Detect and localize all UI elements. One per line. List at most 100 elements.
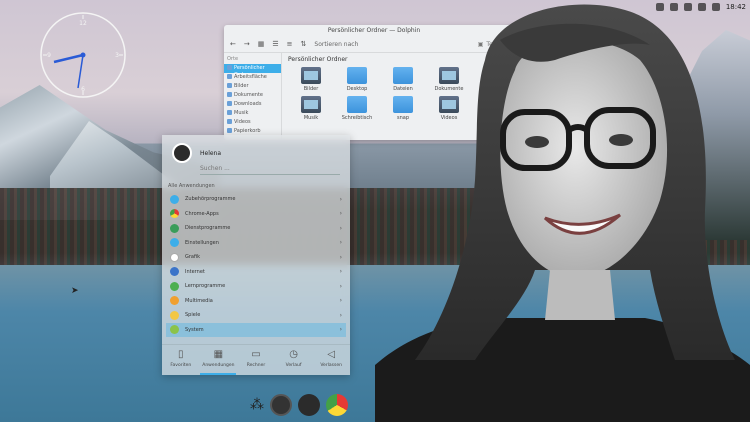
- education-icon: [170, 281, 179, 291]
- graphics-icon: [170, 252, 179, 262]
- tab-computer[interactable]: ▭ Rechner: [238, 345, 274, 375]
- user-name: Helena: [200, 149, 222, 157]
- chevron-right-icon: ›: [339, 326, 342, 334]
- tab-history[interactable]: ◷ Verlauf: [276, 345, 312, 375]
- clock-num-6: 6: [81, 86, 85, 93]
- chevron-right-icon: ›: [339, 239, 342, 247]
- presenter-photo: [375, 4, 750, 422]
- file-item[interactable]: Musik: [288, 96, 334, 121]
- places-header: Orte: [227, 56, 239, 62]
- tab-label: Favoriten: [170, 363, 192, 368]
- place-videos[interactable]: Videos: [224, 118, 281, 127]
- category-item[interactable]: Lernprogramme ›: [166, 279, 346, 294]
- category-item[interactable]: Dienstprogramme ›: [166, 221, 346, 236]
- tab-favorites[interactable]: ▯ Favoriten: [163, 345, 199, 375]
- utilities-icon: [170, 223, 179, 233]
- tab-label: Rechner: [246, 363, 266, 368]
- category-label: Spiele: [185, 312, 201, 319]
- bookmark-icon: ▯: [178, 349, 184, 360]
- sort-button[interactable]: Sortieren nach: [314, 41, 358, 48]
- detail-view-icon[interactable]: ≡: [287, 40, 293, 48]
- clock-icon: ◷: [289, 349, 298, 360]
- category-label: Dienstprogramme: [185, 225, 231, 232]
- tab-leave[interactable]: ◁ Verlassen: [313, 345, 349, 375]
- chevron-right-icon: ›: [339, 195, 342, 203]
- category-label: Zubehörprogramme: [185, 196, 236, 203]
- chevron-right-icon: ›: [339, 268, 342, 276]
- icon-view-icon[interactable]: ▦: [258, 40, 265, 48]
- category-item[interactable]: System ›: [166, 322, 346, 337]
- file-item[interactable]: Desktop: [334, 67, 380, 92]
- launcher-tabs: ▯ Favoriten ▦ Anwendungen ▭ Rechner ◷ Verlau…: [162, 344, 350, 375]
- category-item[interactable]: Spiele ›: [166, 308, 346, 323]
- folder-icon: [301, 96, 321, 113]
- tab-label: Verlassen: [320, 363, 342, 368]
- clock-num-12: 12: [79, 20, 87, 27]
- place-downloads[interactable]: Downloads: [224, 100, 281, 109]
- chevron-right-icon: ›: [339, 210, 342, 218]
- krita-app-icon[interactable]: [298, 394, 320, 416]
- clock-num-9: 9: [47, 52, 51, 59]
- file-item[interactable]: Schreibtisch: [334, 96, 380, 121]
- monitor-icon: ▭: [251, 349, 261, 360]
- avatar[interactable]: [172, 143, 192, 163]
- settings-app-icon[interactable]: [270, 394, 292, 416]
- place-home[interactable]: Persönlicher Ordner: [224, 64, 281, 78]
- category-label: Lernprogramme: [185, 283, 226, 290]
- chrome-app-icon[interactable]: [326, 394, 348, 416]
- category-item[interactable]: Grafik ›: [166, 250, 346, 265]
- folder-icon: [301, 67, 321, 84]
- clock-num-3: 3: [115, 52, 119, 59]
- file-item[interactable]: Bilder: [288, 67, 334, 92]
- back-icon[interactable]: ←: [230, 40, 236, 48]
- analog-clock-widget[interactable]: 12 3 6 9: [38, 10, 128, 100]
- category-item[interactable]: Internet ›: [166, 265, 346, 280]
- internet-icon: [170, 267, 179, 277]
- sort-icon[interactable]: ⇅: [301, 40, 307, 48]
- search-input[interactable]: Suchen ...: [200, 165, 340, 175]
- application-launcher[interactable]: Helena Suchen ... Alle Anwendungen Zubeh…: [162, 135, 350, 375]
- settings-icon: [170, 238, 179, 248]
- place-pictures[interactable]: Bilder: [224, 82, 281, 91]
- tab-label: Anwendungen: [202, 363, 235, 368]
- kde-menu-icon[interactable]: ⁂: [250, 397, 264, 413]
- grid-icon: ▦: [213, 349, 224, 360]
- category-label: System: [185, 326, 204, 333]
- category-item[interactable]: Zubehörprogramme ›: [166, 192, 346, 207]
- chevron-right-icon: ›: [339, 253, 342, 261]
- folder-icon: [347, 67, 367, 84]
- file-label: Musik: [303, 115, 319, 121]
- category-item[interactable]: Chrome-Apps ›: [166, 207, 346, 222]
- category-item[interactable]: Multimedia ›: [166, 294, 346, 309]
- compact-view-icon[interactable]: ☰: [272, 40, 278, 48]
- multimedia-icon: [170, 296, 179, 306]
- category-item[interactable]: Einstellungen ›: [166, 236, 346, 251]
- mouse-cursor-icon: ➤: [71, 286, 79, 296]
- place-desktop[interactable]: Arbeitsfläche: [224, 73, 281, 82]
- app-category-list: Zubehörprogramme › Chrome-Apps › Dienstpro…: [162, 192, 350, 337]
- places-panel: Orte Persönlicher Ordner Arbeitsfläche B…: [224, 53, 282, 140]
- folder-icon: [347, 96, 367, 113]
- tab-label: Verlauf: [285, 363, 302, 368]
- file-label: Desktop: [346, 86, 368, 92]
- place-documents[interactable]: Dokumente: [224, 91, 281, 100]
- category-label: Grafik: [185, 254, 201, 261]
- category-label: Chrome-Apps: [185, 210, 219, 217]
- clock-hour-hand: [53, 53, 84, 64]
- forward-icon[interactable]: →: [244, 40, 250, 48]
- file-label: Schreibtisch: [341, 115, 373, 121]
- system-icon: [170, 325, 179, 335]
- category-label: Einstellungen: [185, 239, 219, 246]
- category-label: Multimedia: [185, 297, 213, 304]
- tab-applications[interactable]: ▦ Anwendungen: [200, 345, 237, 375]
- games-icon: [170, 310, 179, 320]
- chevron-right-icon: ›: [339, 282, 342, 290]
- section-header: Alle Anwendungen: [168, 183, 215, 189]
- accessories-icon: [170, 194, 179, 204]
- category-label: Internet: [185, 268, 205, 275]
- place-music[interactable]: Musik: [224, 109, 281, 118]
- chrome-apps-icon: [170, 209, 179, 219]
- chevron-right-icon: ›: [339, 224, 342, 232]
- file-label: Bilder: [303, 86, 319, 92]
- clock-minute-hand: [77, 54, 84, 89]
